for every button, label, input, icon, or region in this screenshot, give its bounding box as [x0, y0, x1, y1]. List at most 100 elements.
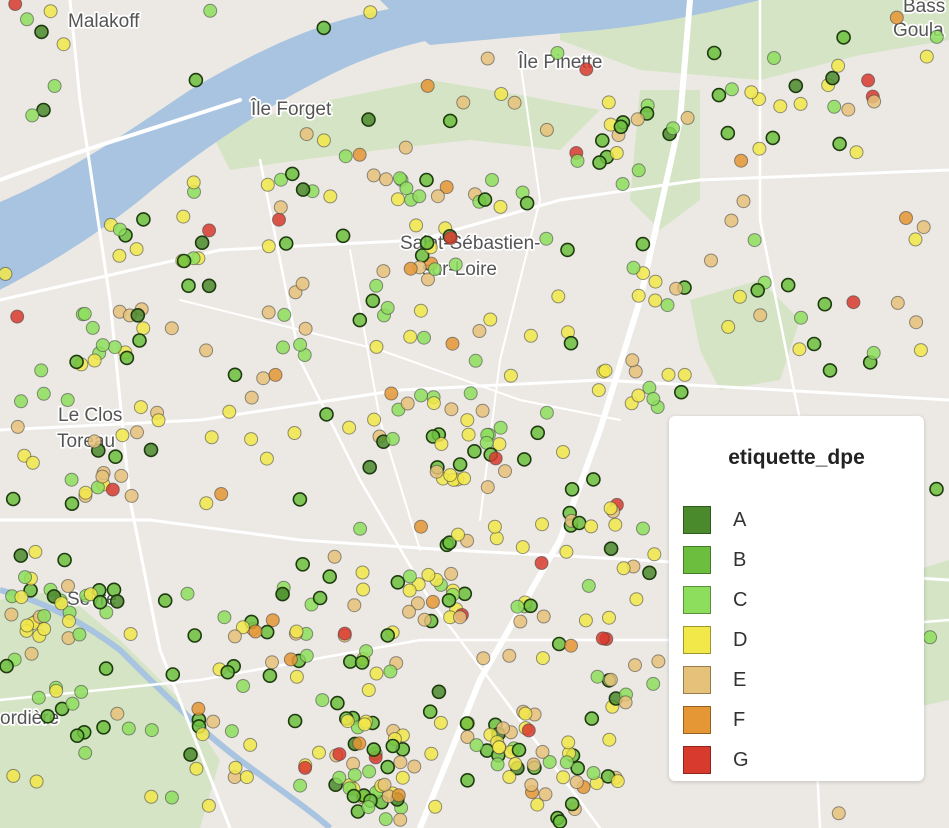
dpe-point[interactable] — [488, 451, 503, 466]
dpe-point[interactable] — [295, 276, 310, 291]
dpe-point[interactable] — [272, 212, 286, 227]
dpe-point[interactable] — [287, 426, 302, 440]
dpe-point[interactable] — [346, 788, 362, 804]
dpe-point[interactable] — [523, 598, 538, 614]
dpe-point[interactable] — [443, 231, 458, 245]
dpe-point[interactable] — [34, 363, 49, 378]
dpe-point[interactable] — [564, 796, 580, 812]
dpe-point[interactable] — [822, 363, 838, 378]
dpe-point[interactable] — [78, 745, 93, 760]
dpe-point[interactable] — [477, 192, 493, 207]
dpe-point[interactable] — [425, 594, 440, 609]
dpe-point[interactable] — [534, 556, 549, 570]
dpe-point[interactable] — [793, 96, 808, 111]
dpe-point[interactable] — [508, 757, 523, 771]
dpe-point[interactable] — [356, 582, 371, 597]
dpe-point[interactable] — [539, 231, 554, 246]
dpe-point[interactable] — [635, 236, 651, 252]
dpe-point[interactable] — [289, 669, 304, 684]
dpe-point[interactable] — [765, 130, 781, 146]
dpe-point[interactable] — [651, 654, 666, 669]
dpe-point[interactable] — [353, 521, 368, 536]
dpe-point[interactable] — [400, 396, 415, 411]
dpe-point[interactable] — [677, 367, 692, 382]
dpe-point[interactable] — [631, 163, 646, 178]
dpe-point[interactable] — [191, 701, 206, 716]
dpe-point[interactable] — [556, 445, 570, 459]
dpe-point[interactable] — [434, 437, 449, 451]
dpe-point[interactable] — [428, 799, 443, 814]
dpe-point[interactable] — [827, 99, 842, 114]
dpe-point[interactable] — [261, 239, 276, 254]
dpe-point[interactable] — [377, 777, 392, 792]
dpe-point[interactable] — [539, 122, 554, 137]
dpe-point[interactable] — [584, 519, 599, 534]
dpe-point[interactable] — [56, 37, 71, 52]
dpe-point[interactable] — [602, 732, 617, 747]
dpe-point[interactable] — [460, 413, 475, 428]
dpe-point[interactable] — [5, 491, 21, 507]
dpe-point[interactable] — [409, 218, 424, 233]
dpe-point[interactable] — [31, 690, 46, 705]
dpe-point[interactable] — [312, 745, 326, 760]
dpe-point[interactable] — [347, 767, 362, 782]
dpe-point[interactable] — [536, 609, 551, 624]
dpe-point[interactable] — [390, 574, 406, 590]
dpe-point[interactable] — [244, 390, 259, 405]
dpe-point[interactable] — [629, 592, 644, 607]
dpe-point[interactable] — [767, 51, 781, 65]
dpe-point[interactable] — [832, 136, 847, 152]
dpe-point[interactable] — [648, 293, 663, 308]
dpe-point[interactable] — [660, 298, 675, 313]
dpe-point[interactable] — [480, 480, 495, 495]
dpe-point[interactable] — [412, 189, 427, 204]
dpe-point[interactable] — [831, 58, 846, 73]
dpe-point[interactable] — [355, 565, 370, 580]
dpe-point[interactable] — [591, 383, 606, 398]
dpe-point[interactable] — [78, 485, 93, 500]
dpe-point[interactable] — [239, 770, 254, 785]
dpe-point[interactable] — [909, 315, 924, 330]
dpe-point[interactable] — [849, 145, 864, 160]
dpe-point[interactable] — [13, 548, 29, 563]
dpe-point[interactable] — [923, 630, 938, 645]
dpe-point[interactable] — [136, 212, 151, 227]
dpe-point[interactable] — [736, 194, 751, 209]
dpe-point[interactable] — [256, 371, 271, 386]
dpe-point[interactable] — [453, 610, 467, 625]
dpe-point[interactable] — [217, 610, 232, 625]
dpe-point[interactable] — [77, 306, 92, 321]
dpe-point[interactable] — [594, 133, 610, 148]
dpe-point[interactable] — [380, 759, 396, 775]
dpe-point[interactable] — [551, 289, 566, 304]
dpe-point[interactable] — [0, 266, 13, 281]
dpe-point[interactable] — [74, 684, 89, 699]
dpe-point[interactable] — [338, 149, 353, 164]
dpe-point[interactable] — [444, 566, 459, 581]
dpe-point[interactable] — [561, 735, 576, 750]
dpe-point[interactable] — [489, 531, 504, 546]
dpe-point[interactable] — [124, 488, 139, 503]
dpe-point[interactable] — [384, 386, 399, 401]
dpe-point[interactable] — [319, 407, 334, 422]
dpe-point[interactable] — [550, 46, 565, 60]
dpe-point[interactable] — [414, 388, 428, 403]
dpe-point[interactable] — [403, 261, 418, 276]
dpe-point[interactable] — [744, 85, 759, 100]
dpe-point[interactable] — [603, 541, 619, 557]
dpe-point[interactable] — [747, 233, 762, 248]
dpe-point[interactable] — [10, 309, 25, 324]
dpe-point[interactable] — [54, 596, 69, 611]
dpe-point[interactable] — [513, 614, 528, 629]
dpe-point[interactable] — [379, 172, 394, 187]
dpe-point[interactable] — [929, 481, 944, 497]
dpe-point[interactable] — [37, 609, 52, 623]
dpe-point[interactable] — [569, 775, 584, 790]
dpe-point[interactable] — [144, 723, 159, 738]
dpe-point[interactable] — [87, 434, 102, 449]
dpe-point[interactable] — [861, 73, 876, 88]
dpe-point[interactable] — [342, 420, 357, 435]
dpe-point[interactable] — [357, 717, 372, 732]
dpe-point[interactable] — [452, 457, 468, 472]
dpe-point[interactable] — [37, 622, 52, 636]
